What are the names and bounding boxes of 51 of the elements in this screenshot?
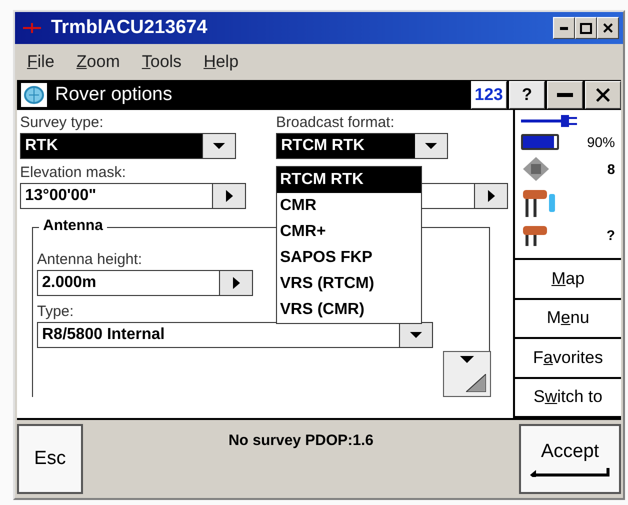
battery-icon bbox=[521, 134, 559, 150]
antenna-type-dropdown[interactable]: R8/5800 Internal bbox=[37, 322, 433, 348]
accept-button[interactable]: Accept bbox=[519, 424, 621, 494]
survey-type-dropdown[interactable]: RTK bbox=[20, 133, 236, 159]
satellite-icon bbox=[521, 156, 551, 182]
right-arrow-icon[interactable] bbox=[488, 190, 494, 202]
dropdown-option[interactable]: RTCM RTK bbox=[277, 167, 421, 193]
window-title: TrmblACU213674 bbox=[51, 17, 208, 39]
maximize-icon bbox=[580, 22, 592, 34]
field-label: Antenna height: bbox=[37, 250, 142, 270]
enter-arrow-icon bbox=[530, 467, 610, 477]
field-label: Elevation mask: bbox=[20, 163, 127, 183]
help-button[interactable]: ? bbox=[509, 81, 545, 109]
page-corner-icon bbox=[466, 374, 486, 392]
escape-button[interactable]: Esc bbox=[17, 424, 83, 494]
right-arrow-icon[interactable] bbox=[226, 190, 232, 202]
page-down-button[interactable] bbox=[443, 351, 491, 397]
close-icon bbox=[603, 23, 613, 33]
field-label: Survey type: bbox=[20, 113, 104, 133]
menu-item[interactable]: Zoom bbox=[76, 52, 120, 72]
menu-item[interactable]: File bbox=[27, 52, 54, 72]
down-arrow-icon bbox=[460, 356, 474, 363]
elevation-mask-field[interactable]: 13°00'00" bbox=[20, 183, 246, 209]
close-icon bbox=[596, 88, 610, 102]
numeric-button[interactable]: 123 bbox=[470, 81, 507, 109]
right-arrow-icon[interactable] bbox=[232, 277, 240, 289]
antenna-height-field[interactable]: 2.000m bbox=[37, 270, 253, 296]
dropdown-arrow-icon[interactable] bbox=[410, 332, 422, 338]
app-icon bbox=[23, 23, 41, 33]
satellite-count: 8 bbox=[607, 161, 615, 177]
minimize-button[interactable] bbox=[547, 81, 583, 109]
dropdown-arrow-icon[interactable] bbox=[213, 143, 225, 149]
minimize-icon bbox=[560, 26, 568, 30]
dropdown-arrow-icon[interactable] bbox=[425, 143, 437, 149]
status-text: No survey PDOP:1.6 bbox=[227, 431, 375, 451]
close-button[interactable] bbox=[597, 17, 619, 39]
field-label: Broadcast format: bbox=[276, 113, 396, 133]
field-label: Type: bbox=[37, 302, 74, 322]
menu-item[interactable]: Help bbox=[204, 52, 239, 72]
minimize-button[interactable] bbox=[553, 17, 575, 39]
receiver-icon bbox=[521, 188, 557, 218]
form-title: Rover options bbox=[55, 84, 174, 106]
close-button[interactable] bbox=[585, 81, 621, 109]
maximize-button[interactable] bbox=[575, 17, 597, 39]
rover-status: ? bbox=[606, 227, 615, 243]
menu-item[interactable]: Tools bbox=[142, 52, 182, 72]
receiver-icon bbox=[521, 224, 547, 246]
minimize-icon bbox=[557, 93, 573, 97]
globe-icon bbox=[21, 83, 47, 107]
battery-reading: 90% bbox=[586, 134, 615, 150]
broadcast-format-dropdown[interactable]: RTCM RTK bbox=[276, 133, 448, 159]
